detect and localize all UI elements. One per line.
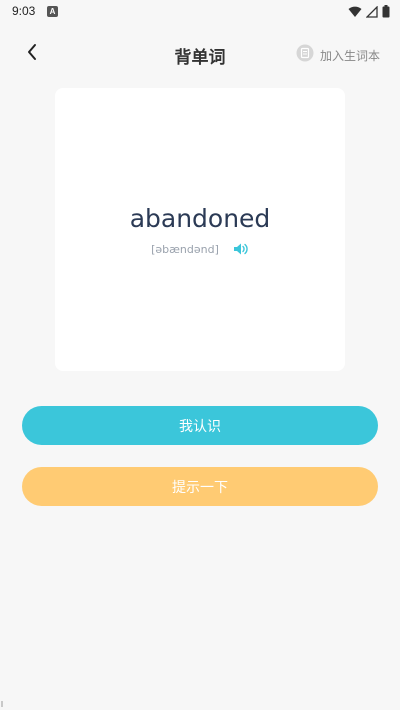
status-icons	[348, 3, 390, 22]
edge-indicator	[1, 701, 3, 707]
wifi-icon	[348, 3, 362, 22]
header: 背单词 加入生词本	[0, 34, 400, 74]
word-card: abandoned [əbændənd]	[55, 88, 345, 371]
signal-icon	[365, 3, 378, 22]
status-time: 9:03	[12, 4, 36, 18]
add-to-vocabulary-label: 加入生词本	[319, 48, 380, 63]
phonetic-row: [əbændənd]	[55, 241, 345, 257]
notebook-icon	[296, 44, 314, 66]
i-know-button[interactable]: 我认识	[22, 406, 378, 445]
hint-button[interactable]: 提示一下	[22, 467, 378, 506]
battery-icon	[382, 3, 390, 22]
add-to-vocabulary-button[interactable]: 加入生词本	[296, 44, 380, 66]
word-text: abandoned	[129, 204, 271, 233]
speaker-icon[interactable]	[233, 241, 249, 257]
status-bar: 9:03 A	[0, 0, 400, 24]
notification-a-icon: A	[47, 6, 58, 17]
phonetic-text: [əbændənd]	[151, 242, 219, 256]
